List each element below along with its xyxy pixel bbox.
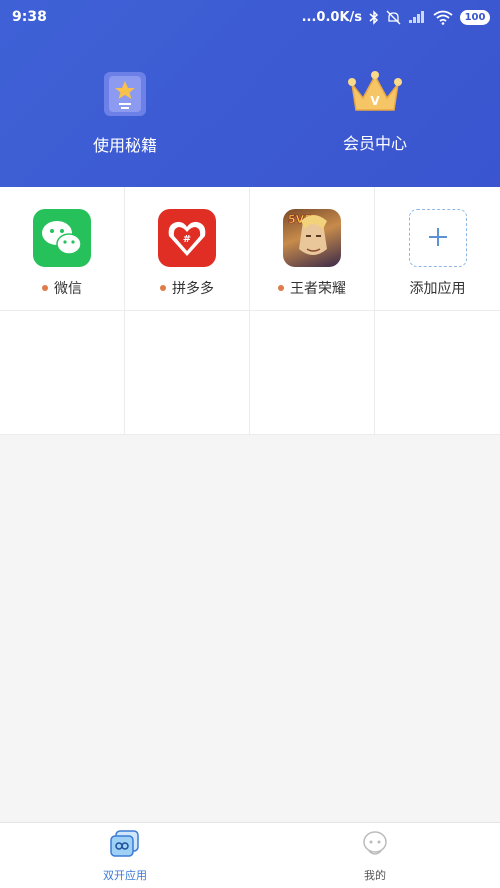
dual-apps-icon	[108, 829, 142, 863]
running-dot	[278, 285, 284, 291]
network-speed: ...0.0K/s	[301, 9, 362, 25]
tips-button[interactable]: 使用秘籍	[45, 70, 205, 156]
profile-icon	[360, 829, 390, 863]
vip-center-button[interactable]: V 会员中心	[295, 70, 455, 154]
empty-cell	[375, 311, 500, 435]
battery-icon: 100	[460, 9, 490, 25]
wifi-icon	[433, 10, 453, 25]
app-label-pinduoduo: 拼多多	[160, 278, 214, 298]
add-app-button[interactable]	[408, 209, 467, 267]
pinduoduo-icon: #	[158, 209, 216, 267]
mute-bell-icon	[386, 10, 401, 25]
app-cell-pinduoduo[interactable]: # 拼多多	[125, 187, 250, 311]
app-cell-honor-of-kings[interactable]: 5V5 王者荣耀	[250, 187, 375, 311]
empty-cell	[125, 311, 250, 435]
book-star-icon	[102, 70, 148, 122]
signal-icon	[408, 10, 426, 24]
status-bar: 9:38 ...0.0K/s 100	[0, 0, 500, 34]
header: 9:38 ...0.0K/s 100 使用秘籍 V 会员中心	[0, 0, 500, 187]
bluetooth-icon	[369, 9, 379, 25]
app-grid: 微信 # 拼多多 5V5 王者荣耀 添加应用	[0, 187, 500, 435]
status-time: 9:38	[12, 9, 47, 25]
nav-profile[interactable]: 我的	[250, 823, 500, 888]
honor-of-kings-icon: 5V5	[283, 209, 341, 267]
nav-profile-label: 我的	[364, 869, 386, 882]
add-app-label: 添加应用	[409, 281, 466, 297]
svg-text:#: #	[183, 234, 191, 245]
crown-icon: V	[346, 70, 404, 120]
app-label-wechat: 微信	[42, 278, 82, 298]
svg-text:V: V	[370, 94, 380, 108]
nav-dual-apps-label: 双开应用	[103, 869, 147, 882]
tips-label: 使用秘籍	[92, 136, 157, 155]
empty-cell	[0, 311, 125, 435]
header-actions: 使用秘籍 V 会员中心	[0, 70, 500, 160]
app-cell-wechat[interactable]: 微信	[0, 187, 125, 311]
plus-icon	[427, 221, 449, 256]
wechat-icon	[33, 209, 91, 267]
empty-cell	[250, 311, 375, 435]
nav-dual-apps[interactable]: 双开应用	[0, 823, 250, 888]
app-label-honor-of-kings: 王者荣耀	[278, 278, 346, 298]
running-dot	[160, 285, 166, 291]
status-icons: ...0.0K/s 100	[301, 9, 490, 25]
running-dot	[42, 285, 48, 291]
vip-center-label: 会员中心	[342, 134, 407, 153]
add-app-cell[interactable]: 添加应用	[375, 187, 500, 311]
bottom-nav: 双开应用 我的	[0, 822, 500, 888]
